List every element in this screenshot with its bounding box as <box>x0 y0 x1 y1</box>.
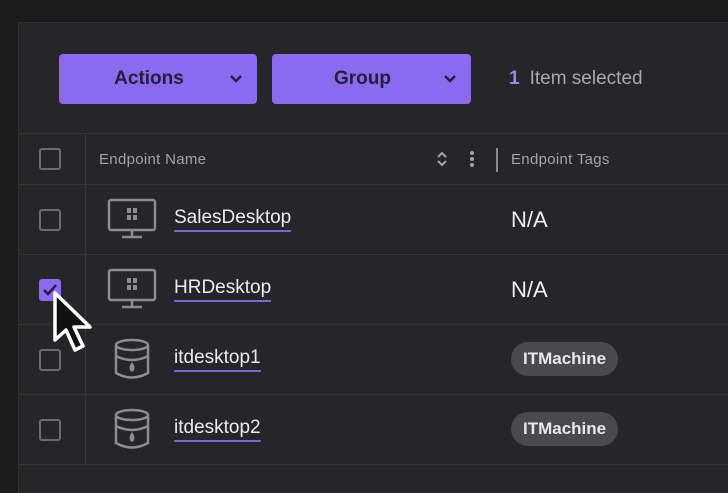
endpoint-name-link[interactable]: itdesktop2 <box>174 417 261 442</box>
endpoint-name-link[interactable]: itdesktop1 <box>174 347 261 372</box>
toolbar: Actions Group 1 Item selected <box>19 23 728 133</box>
table-header: Endpoint Name Endpoint Tags <box>19 133 728 185</box>
table-row[interactable]: SalesDesktop N/A <box>19 184 728 255</box>
column-menu-icon[interactable] <box>469 150 475 173</box>
table-row[interactable]: HRDesktop N/A <box>19 254 728 325</box>
select-all-checkbox[interactable] <box>39 148 61 170</box>
endpoint-tag-pill[interactable]: ITMachine <box>511 342 619 376</box>
column-divider <box>85 134 86 185</box>
actions-dropdown-button[interactable]: Actions <box>59 54 257 104</box>
column-divider <box>85 395 86 465</box>
column-divider <box>85 185 86 255</box>
column-resize-handle[interactable] <box>496 148 498 172</box>
group-label: Group <box>334 68 391 89</box>
endpoint-tag-pill[interactable]: ITMachine <box>511 412 619 446</box>
mouse-pointer-icon <box>50 290 102 361</box>
selected-text: Item selected <box>529 68 643 89</box>
database-icon <box>113 338 151 385</box>
chevron-down-icon <box>229 74 257 84</box>
endpoint-name-link[interactable]: HRDesktop <box>174 277 272 302</box>
windows-monitor-icon <box>107 268 157 315</box>
database-icon <box>113 408 151 455</box>
endpoint-name-link[interactable]: SalesDesktop <box>174 207 292 232</box>
chevron-down-icon <box>443 74 471 84</box>
endpoints-panel: Actions Group 1 Item selected Endpoint Na… <box>18 22 728 493</box>
actions-label: Actions <box>114 68 184 89</box>
row-checkbox[interactable] <box>39 209 61 231</box>
table-row[interactable]: itdesktop2 ITMachine <box>19 394 728 465</box>
group-dropdown-button[interactable]: Group <box>272 54 471 104</box>
sort-icon[interactable] <box>436 150 448 173</box>
table-row[interactable]: itdesktop1 ITMachine <box>19 324 728 395</box>
windows-monitor-icon <box>107 198 157 245</box>
column-header-endpoint-tags[interactable]: Endpoint Tags <box>511 151 610 168</box>
selected-count: 1 <box>509 68 520 89</box>
row-checkbox[interactable] <box>39 419 61 441</box>
selection-status: 1 Item selected <box>509 68 643 90</box>
endpoint-tag: N/A <box>511 207 548 232</box>
endpoint-tag: N/A <box>511 277 548 302</box>
table-bottom-border <box>19 464 728 475</box>
column-header-endpoint-name[interactable]: Endpoint Name <box>99 151 206 168</box>
